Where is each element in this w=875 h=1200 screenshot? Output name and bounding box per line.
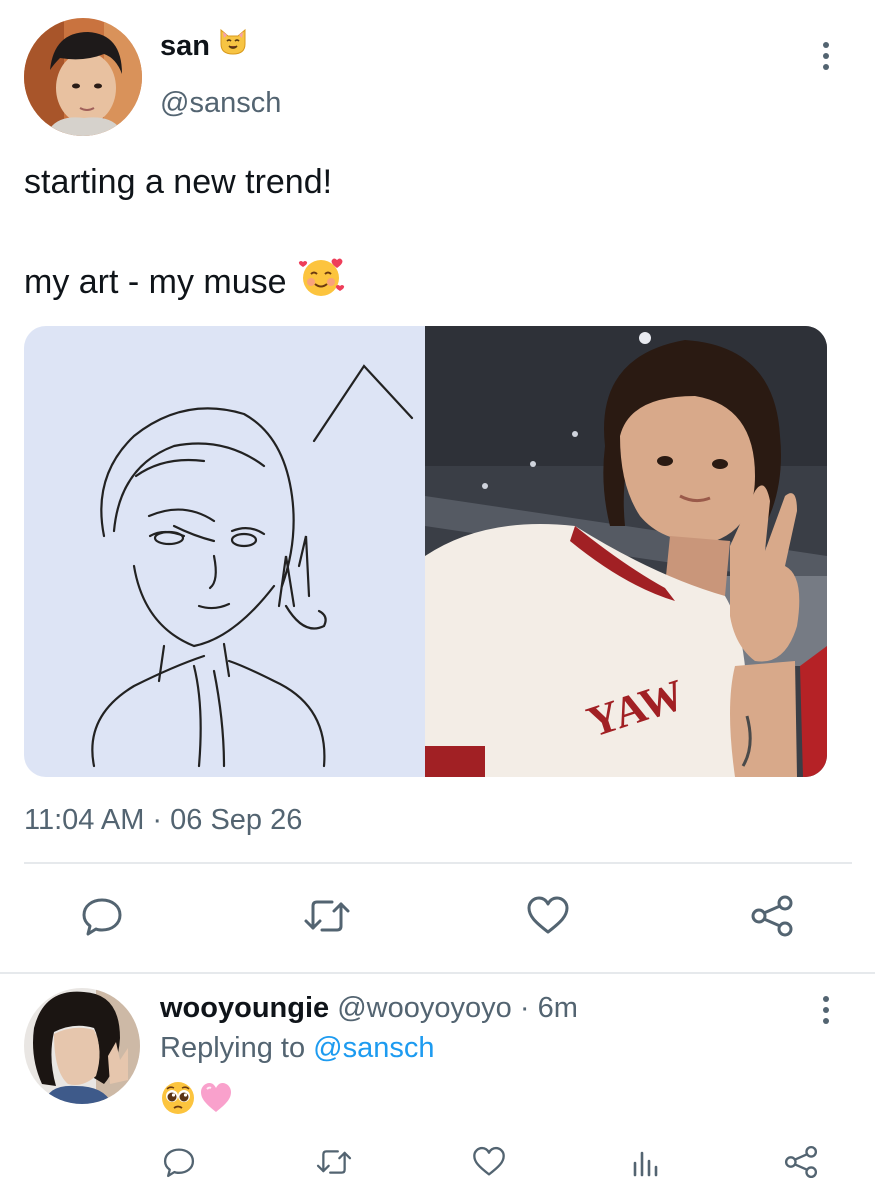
bar-chart-icon [629,1145,663,1184]
comment-icon [162,1145,196,1184]
smiling-face-with-hearts-emoji-icon [297,256,345,307]
reply-retweet-button[interactable] [312,1142,356,1186]
reply-action-bar [0,1142,875,1186]
reply-share-button[interactable] [779,1142,823,1186]
reply-tweet[interactable]: wooyoungie @wooyoyoyo · 6m Replying to @… [0,974,875,1200]
tweet-timestamp[interactable]: 11:04 AM · 06 Sep 26 [24,802,302,838]
reply-like-button[interactable] [467,1142,511,1186]
author-name-block: san @sansch [160,26,281,121]
reply-reply-button[interactable] [157,1142,201,1186]
tweet-media[interactable]: YAW [24,326,827,777]
retweet-icon [302,894,352,943]
reply-author-handle[interactable]: @wooyoyoyo [337,992,512,1024]
tweet-more-options-icon[interactable] [816,38,836,74]
sketch-drawing-image[interactable] [24,326,425,777]
reply-author-name[interactable]: wooyoungie [160,992,329,1024]
retweet-button[interactable] [299,890,355,946]
cat-face-emoji-icon [218,26,248,65]
share-icon [749,893,795,944]
comment-icon [80,894,124,943]
replying-to-prefix: Replying to [160,1032,306,1064]
retweet-icon [315,1145,353,1184]
tweet-text-line-2: my art - my muse [24,256,345,307]
share-icon [783,1144,819,1185]
reply-analytics-button[interactable] [624,1142,668,1186]
selfie-photo-image[interactable]: YAW [425,326,827,777]
reply-button[interactable] [74,890,130,946]
tweet-text-line-2-text: my art - my muse [24,262,287,301]
tweet-divider [24,862,852,864]
replying-to-line: Replying to @sansch [160,1030,434,1066]
author-avatar[interactable] [24,18,142,136]
reply-header: wooyoungie @wooyoyoyo · 6m [160,990,578,1026]
tweet-action-bar [0,890,875,946]
reply-time[interactable]: 6m [538,992,578,1024]
like-button[interactable] [520,890,576,946]
reply-author-avatar[interactable] [24,988,140,1104]
pink-heart-emoji-icon [198,1080,234,1121]
author-handle[interactable]: @sansch [160,85,281,121]
heart-icon [525,894,571,943]
author-display-name[interactable]: san [160,26,281,65]
reply-text [160,1080,234,1121]
tweet-text-line-1: starting a new trend! [24,163,333,201]
reply-separator: · [519,992,530,1024]
reply-more-options-icon[interactable] [816,992,836,1028]
main-tweet: san @sansch starting a new trend! my art… [0,0,875,972]
author-display-name-text: san [160,29,210,62]
share-button[interactable] [744,890,800,946]
pleading-face-emoji-icon [160,1080,196,1121]
heart-icon [471,1145,507,1184]
replying-to-handle-link[interactable]: @sansch [313,1032,434,1064]
